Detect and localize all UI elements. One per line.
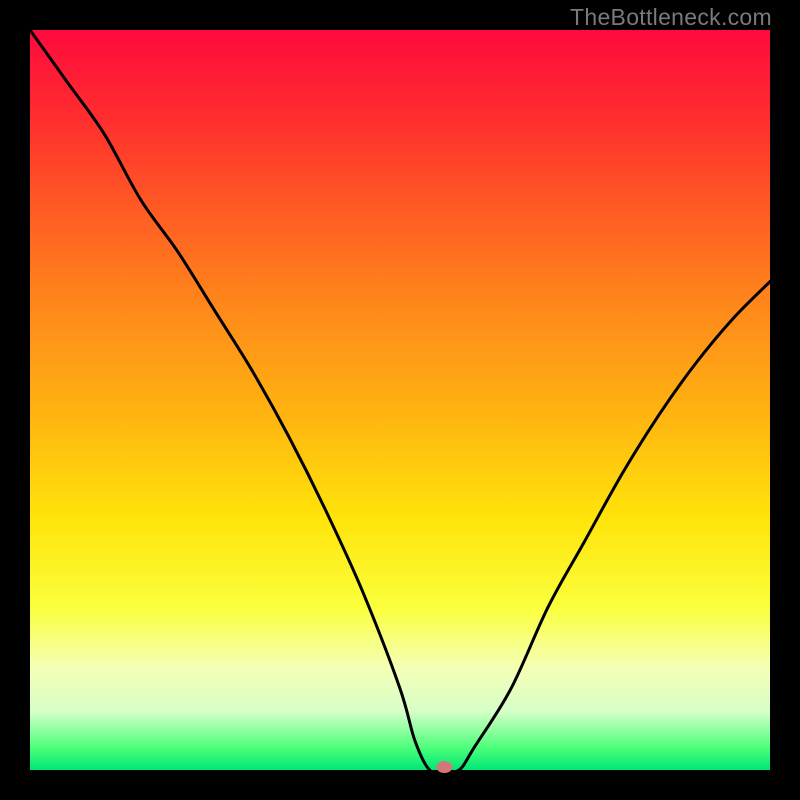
watermark-text: TheBottleneck.com <box>570 4 772 31</box>
chart-svg <box>30 30 770 770</box>
bottleneck-curve <box>30 30 770 772</box>
optimal-point-marker <box>436 761 452 773</box>
gradient-background <box>30 30 770 770</box>
chart-frame: TheBottleneck.com <box>0 0 800 800</box>
